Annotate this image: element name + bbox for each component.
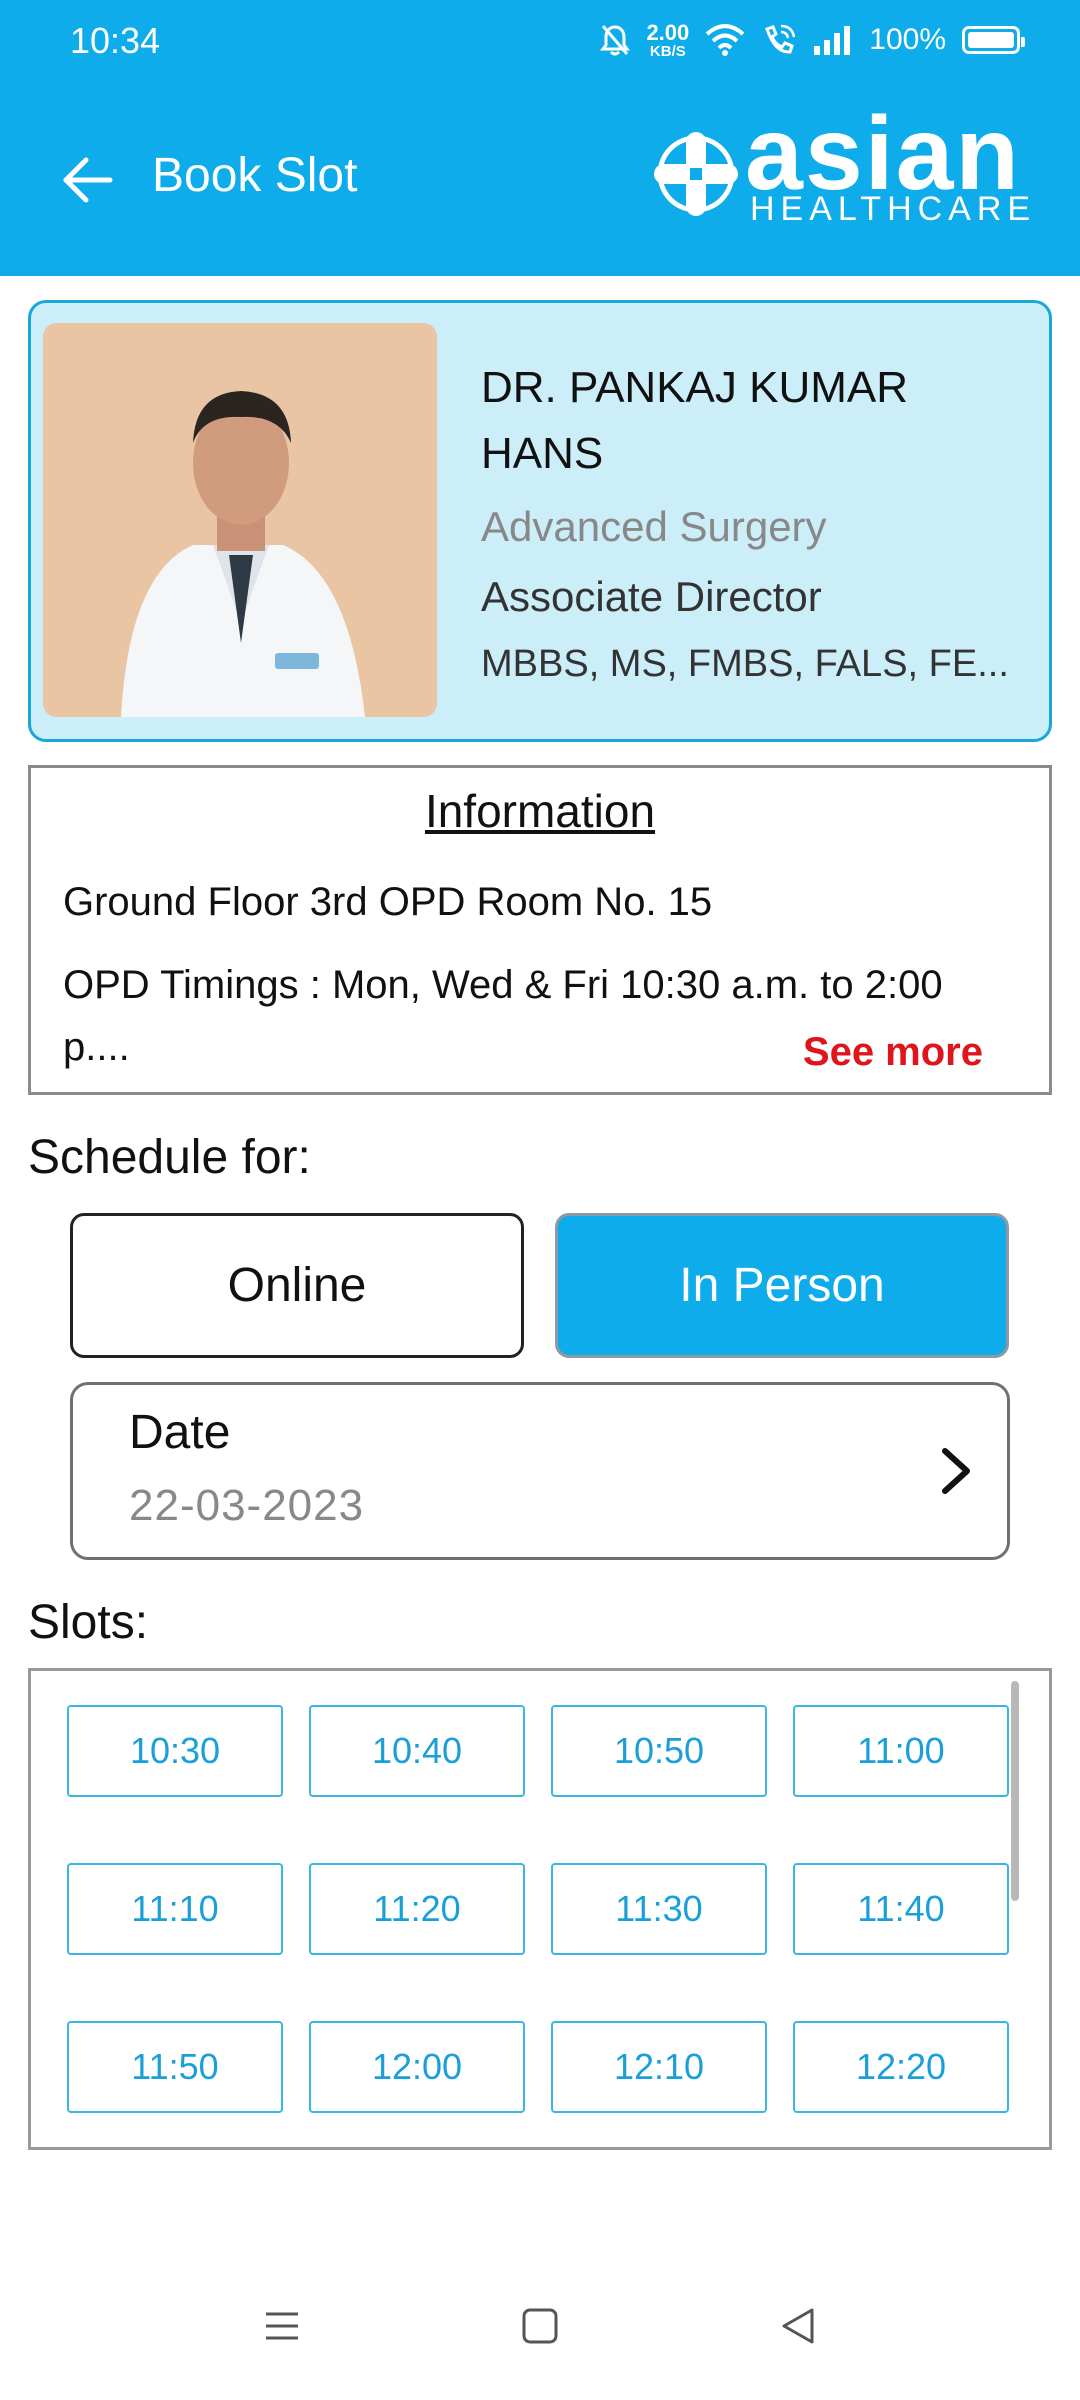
logo-cross-icon — [654, 132, 738, 216]
slot-button[interactable]: 12:10 — [551, 2021, 767, 2113]
slot-button[interactable]: 10:50 — [551, 1705, 767, 1797]
signal-icon — [814, 26, 851, 55]
doctor-qualifications: MBBS, MS, FMBS, FALS, FE... — [481, 643, 1009, 685]
slot-button[interactable]: 11:10 — [67, 1863, 283, 1955]
doctor-card: DR. PANKAJ KUMAR HANS Advanced Surgery A… — [28, 300, 1052, 742]
logo-subtitle: HEALTHCARE — [750, 190, 1037, 228]
slot-button[interactable]: 12:20 — [793, 2021, 1009, 2113]
chevron-right-icon — [942, 1448, 970, 1494]
schedule-label: Schedule for: — [28, 1131, 311, 1184]
status-icons: 2.00 KB/S 100% — [600, 16, 1025, 64]
arrow-left-icon[interactable] — [58, 150, 118, 210]
information-panel: Information Ground Floor 3rd OPD Room No… — [28, 765, 1052, 1095]
back-triangle-icon[interactable] — [768, 2296, 828, 2356]
online-button[interactable]: Online — [70, 1213, 524, 1358]
slot-button[interactable]: 11:20 — [309, 1863, 525, 1955]
doctor-photo — [43, 323, 437, 717]
slot-button[interactable]: 11:30 — [551, 1863, 767, 1955]
slot-button[interactable]: 10:40 — [309, 1705, 525, 1797]
doctor-role: Associate Director — [481, 573, 822, 620]
doctor-name: DR. PANKAJ KUMAR HANS — [481, 363, 909, 478]
slots-scrollbar[interactable] — [1011, 1681, 1019, 1901]
slot-button[interactable]: 11:00 — [793, 1705, 1009, 1797]
information-location: Ground Floor 3rd OPD Room No. 15 — [63, 880, 713, 924]
brand-logo: asian HEALTHCARE — [650, 102, 1050, 234]
net-speed-unit: KB/S — [649, 42, 686, 60]
slot-button[interactable]: 12:00 — [309, 2021, 525, 2113]
slots-grid: 10:30 10:40 10:50 11:00 11:10 11:20 11:3… — [67, 1705, 1009, 2113]
battery-icon — [962, 26, 1025, 54]
net-speed-value: 2.00 — [646, 19, 690, 45]
menu-icon[interactable] — [252, 2296, 312, 2356]
information-title: Information — [424, 785, 656, 837]
net-speed: 2.00 KB/S — [646, 19, 690, 60]
wifi-icon — [705, 24, 745, 56]
mute-icon — [600, 25, 631, 56]
slot-button[interactable]: 11:40 — [793, 1863, 1009, 1955]
date-label: Date — [129, 1406, 231, 1459]
slot-button[interactable]: 11:50 — [67, 2021, 283, 2113]
date-picker[interactable]: Date 22-03-2023 — [70, 1382, 1010, 1560]
see-more-link[interactable]: See more — [803, 1030, 983, 1075]
date-value: 22-03-2023 — [129, 1481, 365, 1530]
in-person-button[interactable]: In Person — [555, 1213, 1009, 1358]
app-bar: 10:34 2.00 KB/S 100% Book Slot asian HEA… — [0, 0, 1080, 276]
system-nav-bar — [0, 2260, 1080, 2400]
doctor-portrait-image — [43, 323, 437, 717]
status-bar: 10:34 2.00 KB/S 100% — [0, 0, 1080, 80]
status-time: 10:34 — [70, 20, 161, 61]
slot-button[interactable]: 10:30 — [67, 1705, 283, 1797]
battery-percent: 100% — [869, 23, 946, 56]
doctor-specialty: Advanced Surgery — [481, 503, 827, 550]
slots-label: Slots: — [28, 1596, 149, 1649]
wifi-calling-icon — [765, 24, 796, 54]
page-title: Book Slot — [152, 149, 358, 202]
slots-panel: 10:30 10:40 10:50 11:00 11:10 11:20 11:3… — [28, 1668, 1052, 2150]
home-icon[interactable] — [510, 2296, 570, 2356]
